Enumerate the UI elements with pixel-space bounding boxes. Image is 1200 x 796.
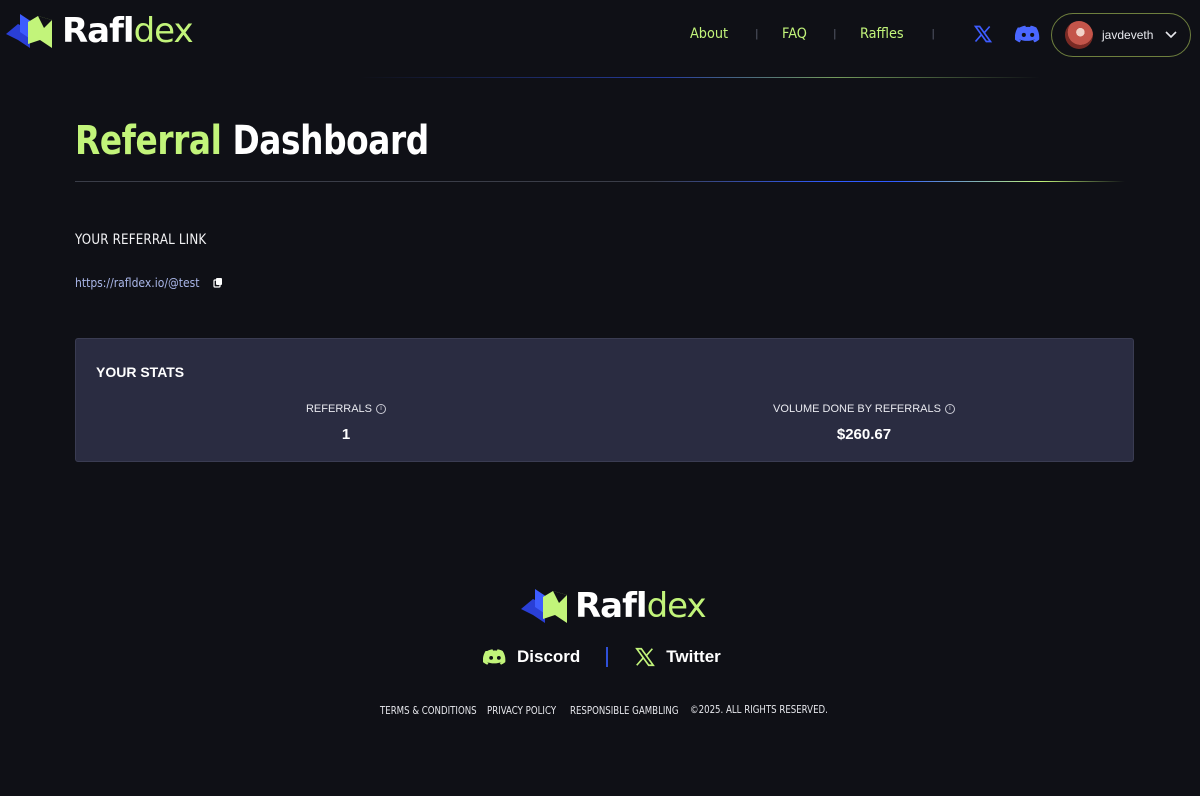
footer-social-separator — [606, 647, 609, 667]
info-icon[interactable]: i — [944, 404, 955, 414]
brand-logo-icon — [6, 14, 52, 48]
referral-link-row: https://rafldex.io/@test — [75, 276, 225, 290]
referrals-label: REFERRALS i — [306, 403, 387, 415]
nav-separator: | — [755, 28, 759, 40]
volume-stat: VOLUME DONE BY REFERRALS i $260.67 — [714, 399, 1014, 443]
nav-separator: | — [833, 28, 837, 40]
footer-twitter-link[interactable]: Twitter — [634, 646, 721, 668]
terms-link[interactable]: TERMS & CONDITIONS — [380, 705, 477, 717]
volume-value: $260.67 — [836, 426, 892, 443]
discord-icon[interactable] — [1014, 24, 1041, 44]
responsible-gambling-link[interactable]: RESPONSIBLE GAMBLING — [570, 705, 679, 717]
title-divider — [75, 181, 1125, 182]
referrals-stat: REFERRALS i 1 — [196, 399, 496, 443]
discord-icon — [483, 649, 506, 665]
chevron-down-icon — [1165, 31, 1177, 39]
brand-wordmark: Rafldex — [62, 11, 194, 51]
volume-label: VOLUME DONE BY REFERRALS i — [773, 403, 955, 415]
brand-logo-icon — [521, 589, 567, 623]
nav-about-link[interactable]: About — [690, 26, 728, 42]
copyright: ©2025. ALL RIGHTS RESERVED. — [690, 704, 828, 716]
x-twitter-icon — [635, 647, 656, 667]
nav-separator: | — [931, 28, 935, 40]
x-twitter-icon[interactable] — [973, 24, 993, 44]
footer-twitter-label: Twitter — [666, 647, 721, 666]
footer-links: TERMS & CONDITIONS PRIVACY POLICY RESPON… — [380, 701, 858, 719]
avatar — [1065, 21, 1093, 49]
username: javdeveth — [1102, 28, 1154, 42]
main-nav: About | FAQ | Raffles | — [690, 24, 1041, 44]
footer-discord-label: Discord — [517, 647, 581, 666]
brand-wordmark: Rafldex — [575, 586, 707, 626]
referral-link-label: YOUR REFERRAL LINK — [75, 232, 207, 248]
page: Rafldex About | FAQ | Raffles | javdevet… — [0, 0, 1200, 796]
brand-logo-link[interactable]: Rafldex — [6, 11, 194, 51]
stats-card: YOUR STATS REFERRALS i 1 VOLUME DONE BY … — [75, 338, 1134, 462]
header: Rafldex About | FAQ | Raffles | javdevet… — [0, 0, 1200, 78]
header-divider — [360, 77, 1040, 78]
nav-raffles-link[interactable]: Raffles — [860, 26, 904, 42]
info-icon[interactable]: i — [376, 404, 387, 414]
referral-link[interactable]: https://rafldex.io/@test — [75, 276, 199, 290]
user-menu-button[interactable]: javdeveth — [1051, 13, 1191, 57]
privacy-policy-link[interactable]: PRIVACY POLICY — [487, 705, 556, 717]
referrals-value: 1 — [341, 426, 351, 443]
footer-brand-logo[interactable]: Rafldex — [521, 586, 707, 626]
page-title: Referral Dashboard — [75, 118, 429, 164]
nav-faq-link[interactable]: FAQ — [782, 26, 807, 42]
footer-social-links: Discord Twitter — [483, 646, 721, 668]
stats-title: YOUR STATS — [96, 364, 185, 380]
copy-icon[interactable] — [211, 276, 225, 290]
footer-discord-link[interactable]: Discord — [483, 647, 580, 667]
